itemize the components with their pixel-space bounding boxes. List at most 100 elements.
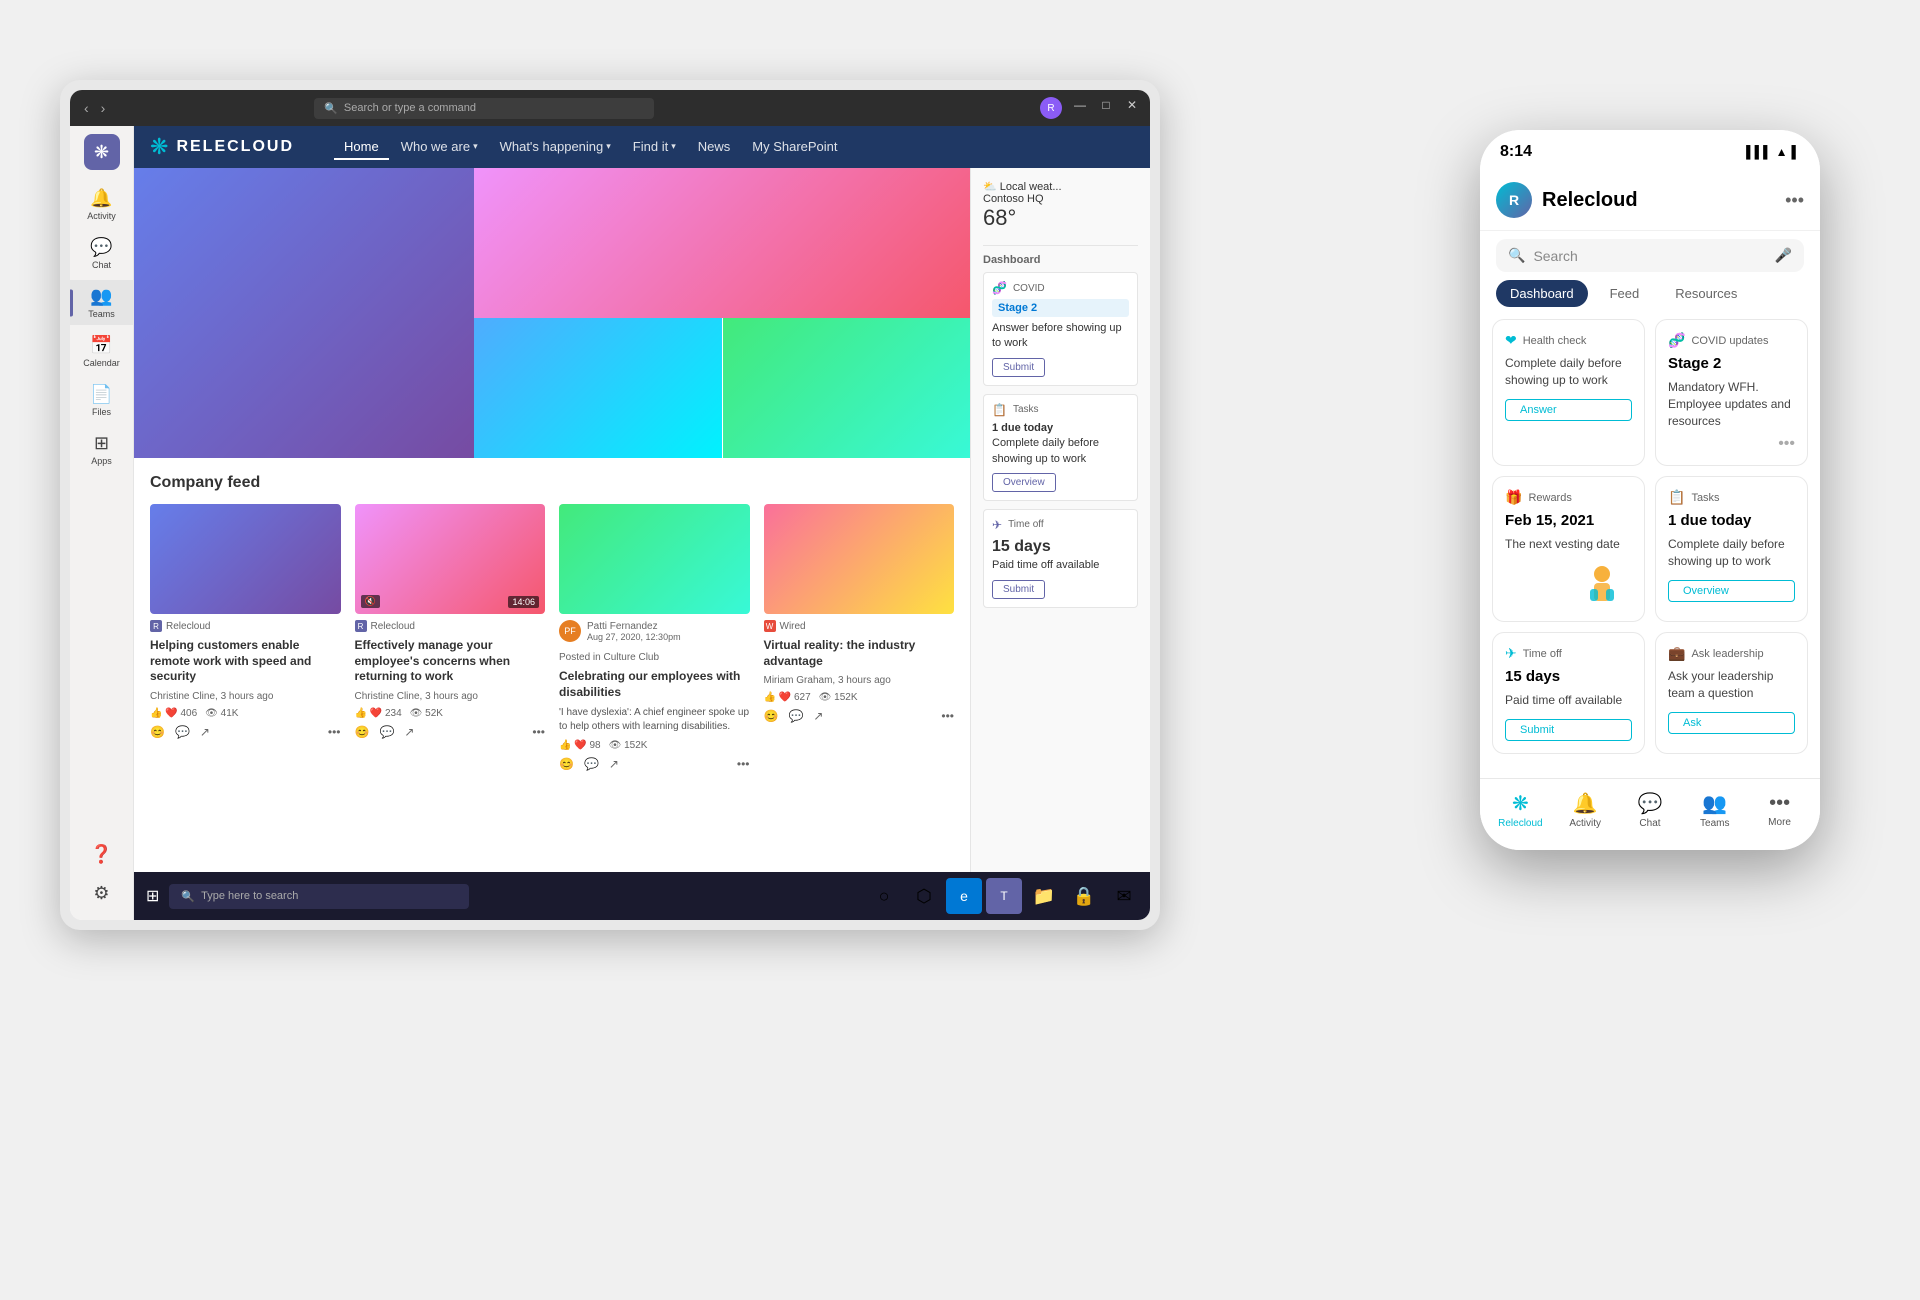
tab-dashboard[interactable]: Dashboard xyxy=(1496,280,1588,307)
hero-bottom-items: Relecloud Mark 8: See the world through … xyxy=(474,318,970,458)
nav-find-it[interactable]: Find it ▾ xyxy=(623,135,686,160)
hero-kids-photo xyxy=(474,168,970,318)
tablet-screen: ‹ › 🔍 Search or type a command R — □ ✕ ❋ xyxy=(70,90,1150,920)
tasks-overview-button[interactable]: Overview xyxy=(992,473,1056,492)
sidebar-item-files[interactable]: 📄 Files xyxy=(70,378,133,423)
sidebar-item-help[interactable]: ❓ xyxy=(90,838,112,873)
taskbar-store[interactable]: 🔒 xyxy=(1066,878,1102,914)
time-off-days: 15 days xyxy=(1505,668,1632,686)
taskbar-edge[interactable]: e xyxy=(946,878,982,914)
health-check-icon: ❤ xyxy=(1505,332,1517,349)
tab-resources[interactable]: Resources xyxy=(1661,280,1751,307)
health-check-answer-button[interactable]: Answer xyxy=(1505,399,1632,421)
panel-timeoff-card: ✈ Time off 15 days Paid time off availab… xyxy=(983,509,1138,608)
sidebar-item-activity[interactable]: 🔔 Activity xyxy=(70,182,133,227)
forward-button[interactable]: › xyxy=(97,98,110,118)
timeoff-card-icon: ✈ xyxy=(992,518,1002,532)
like-action-3[interactable]: 😊 xyxy=(559,757,574,771)
comment-action-1[interactable]: 💬 xyxy=(175,725,190,739)
share-action-3[interactable]: ↗ xyxy=(609,757,619,771)
comment-action-2[interactable]: 💬 xyxy=(379,725,394,739)
ask-leadership-ask-button[interactable]: Ask xyxy=(1668,712,1795,734)
feed-card-2[interactable]: 14:06 🔇 R Relecloud Effectively manage y… xyxy=(355,504,546,771)
tasks-count: 1 due today xyxy=(992,421,1129,436)
taskbar-mail[interactable]: ✉ xyxy=(1106,878,1142,914)
nav-my-sharepoint[interactable]: My SharePoint xyxy=(742,135,847,160)
hero-bottom-right-item[interactable]: Update to Washington Drone Laws xyxy=(723,318,971,458)
taskbar-teams[interactable]: T xyxy=(986,878,1022,914)
comment-action-4[interactable]: 💬 xyxy=(788,709,803,723)
phone-nav-more[interactable]: ••• More xyxy=(1755,792,1805,828)
calendar-icon: 📅 xyxy=(90,335,112,356)
phone-nav-teams[interactable]: 👥 Teams xyxy=(1690,791,1740,829)
share-action-1[interactable]: ↗ xyxy=(200,725,210,739)
phone-activity-label: Activity xyxy=(1569,818,1601,829)
maximize-button[interactable]: □ xyxy=(1098,97,1114,113)
time-off-label: Time off xyxy=(1523,648,1562,660)
phone-chat-icon: 💬 xyxy=(1638,791,1663,816)
sidebar-item-chat[interactable]: 💬 Chat xyxy=(70,231,133,276)
sidebar-item-settings[interactable]: ⚙ xyxy=(90,877,112,912)
feed-card-4[interactable]: W Wired Virtual reality: the industry ad… xyxy=(764,504,955,771)
weather-office: Contoso HQ xyxy=(983,193,1138,205)
covid-updates-label: COVID updates xyxy=(1691,335,1768,347)
teams-logo[interactable]: ❋ xyxy=(84,134,120,170)
like-action-4[interactable]: 😊 xyxy=(764,709,779,723)
mic-icon: 🔇 xyxy=(361,595,380,608)
covid-updates-card: 🧬 COVID updates Stage 2 Mandatory WFH. E… xyxy=(1655,319,1808,466)
nav-who-we-are[interactable]: Who we are ▾ xyxy=(391,135,488,160)
source-icon-4: W xyxy=(764,620,776,632)
browser-search-bar[interactable]: 🔍 Search or type a command xyxy=(314,98,654,119)
feed-card-1[interactable]: R Relecloud Helping customers enable rem… xyxy=(150,504,341,771)
company-name: RELECLOUD xyxy=(176,138,294,156)
more-action-3[interactable]: ••• xyxy=(737,757,750,771)
phone-nav-chat[interactable]: 💬 Chat xyxy=(1625,791,1675,829)
tasks-overview-btn-mobile[interactable]: Overview xyxy=(1668,580,1795,602)
user-avatar[interactable]: R xyxy=(1040,97,1062,119)
like-action-2[interactable]: 😊 xyxy=(355,725,370,739)
covid-card-more[interactable]: ••• xyxy=(1778,435,1795,453)
back-button[interactable]: ‹ xyxy=(80,98,93,118)
time-off-submit-button[interactable]: Submit xyxy=(1505,719,1632,741)
timeoff-submit-button[interactable]: Submit xyxy=(992,580,1045,599)
start-button[interactable]: ⊞ xyxy=(142,882,163,910)
share-action-2[interactable]: ↗ xyxy=(404,725,414,739)
browser-search-text: Search or type a command xyxy=(344,102,476,114)
weather-location-text: Local weat... xyxy=(1000,181,1062,193)
taskbar-folder[interactable]: 📁 xyxy=(1026,878,1062,914)
time-off-header: ✈ Time off xyxy=(1505,645,1632,662)
comment-action-3[interactable]: 💬 xyxy=(584,757,599,771)
taskbar-task-view[interactable]: ⬡ xyxy=(906,878,942,914)
hero-bottom-left-item[interactable]: Relecloud Mark 8: See the world through … xyxy=(474,318,722,458)
phone-nav-relecloud[interactable]: ❋ Relecloud xyxy=(1495,791,1545,829)
phone-nav-activity[interactable]: 🔔 Activity xyxy=(1560,791,1610,829)
phone-app-more-button[interactable]: ••• xyxy=(1785,190,1804,211)
more-action-4[interactable]: ••• xyxy=(941,709,954,723)
minimize-button[interactable]: — xyxy=(1072,97,1088,113)
feed-card-3[interactable]: PF Patti Fernandez Aug 27, 2020, 12:30pm… xyxy=(559,504,750,771)
patti-avatar: PF xyxy=(559,620,581,642)
weather-icon: ⛅ xyxy=(983,181,997,193)
more-action-2[interactable]: ••• xyxy=(532,725,545,739)
nav-news[interactable]: News xyxy=(688,135,741,160)
time-off-desc: Paid time off available xyxy=(1505,692,1632,709)
close-button[interactable]: ✕ xyxy=(1124,97,1140,113)
more-action-1[interactable]: ••• xyxy=(328,725,341,739)
nav-whats-happening[interactable]: What's happening ▾ xyxy=(490,135,621,160)
sidebar-item-apps[interactable]: ⊞ Apps xyxy=(70,427,133,472)
tasks-card-icon: 📋 xyxy=(992,403,1007,417)
nav-home[interactable]: Home xyxy=(334,135,389,160)
tab-feed[interactable]: Feed xyxy=(1596,280,1654,307)
taskbar-cortana[interactable]: ○ xyxy=(866,878,902,914)
like-action-1[interactable]: 😊 xyxy=(150,725,165,739)
covid-submit-button[interactable]: Submit xyxy=(992,358,1045,377)
hero-top-right-item[interactable]: Giving back: it feels good to do good xyxy=(474,168,970,318)
browser-nav[interactable]: ‹ › xyxy=(80,98,109,118)
phone-search-bar[interactable]: 🔍 Search 🎤 xyxy=(1496,239,1804,272)
taskbar-search[interactable]: 🔍 Type here to search xyxy=(169,884,469,909)
share-action-4[interactable]: ↗ xyxy=(813,709,823,723)
sidebar-item-calendar[interactable]: 📅 Calendar xyxy=(70,329,133,374)
phone-mic-icon[interactable]: 🎤 xyxy=(1775,247,1792,264)
sidebar-item-teams[interactable]: 👥 Teams xyxy=(70,280,133,325)
hero-main-item[interactable]: Launching new product innovation, develo… xyxy=(134,168,474,458)
